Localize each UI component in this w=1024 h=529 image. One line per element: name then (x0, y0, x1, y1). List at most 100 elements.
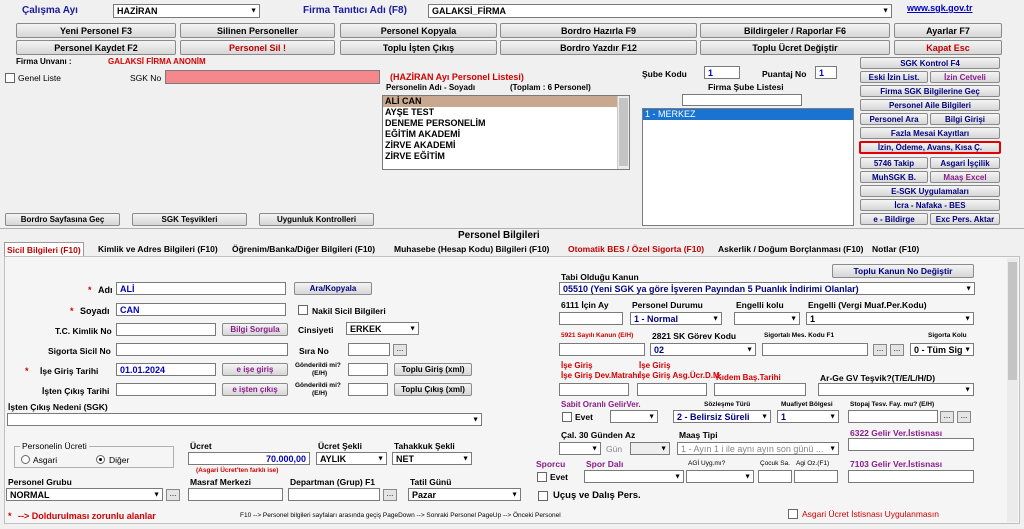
toplu-ucret-button[interactable]: Toplu Ücret Değiştir (700, 40, 890, 55)
list-item[interactable]: 1 - MERKEZ (643, 109, 853, 120)
departman-input[interactable] (288, 488, 380, 501)
list-item[interactable]: ZİRVE AKADEMİ (383, 140, 629, 151)
more-button[interactable]: ... (393, 344, 407, 356)
firma-sgk-button[interactable]: Firma SGK Bilgilerine Geç (860, 85, 1000, 97)
personel-durumu-select[interactable]: 1 - Normal ▼ (630, 312, 722, 325)
genel-liste-checkbox[interactable] (5, 73, 15, 83)
more-button[interactable]: ... (166, 489, 180, 501)
stopaj-input[interactable] (848, 410, 938, 423)
sube-kodu-input[interactable]: 1 (704, 66, 740, 79)
period-select[interactable]: HAZİRAN ▼ (113, 4, 260, 18)
toplu-giris-button[interactable]: Toplu Giriş (xml) (394, 363, 472, 376)
gun-select[interactable]: ▼ (630, 442, 670, 455)
diger-radio[interactable] (96, 455, 105, 464)
cinsiyet-select[interactable]: ERKEK ▼ (346, 322, 419, 335)
gelir-7103-input[interactable] (848, 470, 974, 483)
gelir-6322-input[interactable] (848, 438, 974, 451)
more-button[interactable]: ... (873, 344, 887, 356)
e-ise-giris-button[interactable]: e işe giriş (222, 363, 288, 376)
muafiyet-select[interactable]: 1 ▼ (777, 410, 839, 423)
izin-cetveli-button[interactable]: İzin Cetveli (930, 71, 1000, 83)
e-isten-cikis-button[interactable]: e işten çıkış (222, 383, 288, 396)
kanun-5921-input[interactable] (559, 343, 645, 356)
personel-kaydet-button[interactable]: Personel Kaydet F2 (16, 40, 176, 55)
ise-giris-dev-input[interactable] (559, 383, 629, 396)
list-item[interactable]: AYŞE TEST (383, 107, 629, 118)
sporcu-checkbox[interactable] (537, 472, 547, 482)
nakil-sicil-checkbox[interactable] (298, 305, 308, 315)
bilgi-girisi-button[interactable]: Bilgi Girişi (930, 113, 1000, 125)
ucret-sekli-select[interactable]: AYLIK ▼ (316, 452, 387, 465)
eski-izin-button[interactable]: Eski İzin List. (860, 71, 928, 83)
agi-uyg-select[interactable]: ▼ (686, 470, 754, 483)
esgk-button[interactable]: E-SGK Uygulamaları (860, 185, 1000, 197)
puantaj-input[interactable]: 1 (815, 66, 837, 79)
bordro-yazdir-button[interactable]: Bordro Yazdır F12 (500, 40, 697, 55)
uygunluk-button[interactable]: Uygunluk Kontrolleri (259, 213, 374, 226)
scrollbar-thumb[interactable] (619, 98, 628, 166)
toplu-cikis-button[interactable]: Toplu Çıkış (xml) (394, 383, 472, 396)
branch-list[interactable]: 1 - MERKEZ (642, 108, 854, 226)
scrollbar-thumb[interactable] (1008, 262, 1017, 380)
adi-input[interactable]: ALİ (116, 282, 286, 295)
sgk-tesvikleri-button[interactable]: SGK Teşvikleri (132, 213, 247, 226)
personel-sil-button[interactable]: Personel Sil ! (180, 40, 335, 55)
sgk-kontrol-button[interactable]: SGK Kontrol F4 (860, 57, 1000, 69)
tab-kimlik[interactable]: Kimlik ve Adres Bilgileri (F10) (96, 242, 220, 256)
toplu-kanun-button[interactable]: Toplu Kanun No Değiştir (832, 264, 974, 278)
isten-cikis-input[interactable] (116, 383, 216, 396)
tc-input[interactable] (116, 323, 216, 336)
muhsgk-button[interactable]: MuhSGK B. (860, 171, 928, 183)
more-button[interactable]: ... (940, 411, 954, 423)
more-button[interactable]: ... (890, 344, 904, 356)
silinen-personeller-button[interactable]: Silinen Personeller (180, 23, 335, 38)
agi-oz-input[interactable] (794, 470, 838, 483)
cikis-nedeni-select[interactable]: ▼ (7, 413, 482, 426)
exc-pers-button[interactable]: Exc Pers. Aktar (930, 213, 1000, 225)
cocuk-sa-input[interactable] (758, 470, 792, 483)
more-button[interactable]: ... (957, 411, 971, 423)
spor-dali-select[interactable]: ▼ (584, 470, 684, 483)
tabi-kanun-select[interactable]: 05510 (Yeni SGK ya göre İşveren Payından… (559, 282, 975, 295)
izin-odeme-button[interactable]: İzin, Ödeme, Avans, Kısa Ç. (859, 141, 1001, 154)
ayarlar-button[interactable]: Ayarlar F7 (894, 23, 1002, 38)
tab-bes[interactable]: Otomatik BES / Özel Sigorta (F10) (566, 242, 706, 256)
engelli-kolu-select[interactable]: ▼ (734, 312, 800, 325)
takip-5746-button[interactable]: 5746 Takip (860, 157, 928, 169)
bordro-sayfasi-button[interactable]: Bordro Sayfasına Geç (5, 213, 120, 226)
tab-askerlik[interactable]: Askerlik / Doğum Borçlanması (F10) (716, 242, 866, 256)
list-item[interactable]: ALİ CAN (383, 96, 629, 107)
toplu-isten-cikis-button[interactable]: Toplu İşten Çıkış (340, 40, 497, 55)
form-scrollbar[interactable] (1007, 258, 1018, 522)
aile-bilgileri-button[interactable]: Personel Aile Bilgileri (860, 99, 1000, 111)
tab-sicil[interactable]: Sicil Bilgileri (F10) (4, 242, 84, 257)
sigorta-sicil-input[interactable] (116, 343, 288, 356)
giris-gonderildi-input[interactable] (348, 363, 388, 376)
kapat-button[interactable]: Kapat Esc (894, 40, 1002, 55)
sozlesme-turu-select[interactable]: 2 - Belirsiz Süreli ▼ (673, 410, 771, 423)
bordro-hazirla-button[interactable]: Bordro Hazırla F9 (500, 23, 697, 38)
personel-kopyala-button[interactable]: Personel Kopyala (340, 23, 497, 38)
maas-excel-button[interactable]: Maaş Excel (930, 171, 1000, 183)
sgk-link[interactable]: www.sgk.gov.tr (907, 3, 973, 13)
ise-giris-asg-input[interactable] (637, 383, 707, 396)
icra-button[interactable]: İcra - Nafaka - BES (860, 199, 1000, 211)
sigortali-mes-input[interactable] (762, 343, 868, 356)
tahakkuk-select[interactable]: NET ▼ (392, 452, 472, 465)
soyadi-input[interactable]: CAN (116, 303, 286, 316)
company-id-select[interactable]: GALAKSİ_FİRMA ▼ (428, 4, 892, 18)
branch-filter-input[interactable] (682, 94, 802, 106)
asgari-istisna-checkbox[interactable] (788, 509, 798, 519)
tab-muhasebe[interactable]: Muhasebe (Hesap Kodu) Bilgileri (F10) (392, 242, 551, 256)
ara-kopyala-button[interactable]: Ara/Kopyala (294, 282, 372, 295)
sira-no-input[interactable] (348, 343, 390, 356)
sabit-oranli-select[interactable]: ▼ (610, 410, 658, 423)
personel-ara-button[interactable]: Personel Ara (860, 113, 928, 125)
tatil-select[interactable]: Pazar ▼ (408, 488, 521, 501)
ucret-input[interactable]: 70.000,00 (188, 452, 310, 465)
kidem-bas-input[interactable] (714, 383, 806, 396)
asgari-radio[interactable] (21, 455, 30, 464)
more-button[interactable]: ... (383, 489, 397, 501)
fazla-mesai-button[interactable]: Fazla Mesai Kayıtları (860, 127, 1000, 139)
maas-tipi-select[interactable]: 1 - Ayın 1 i ile aynı ayın son günü ... ▼ (677, 442, 839, 455)
